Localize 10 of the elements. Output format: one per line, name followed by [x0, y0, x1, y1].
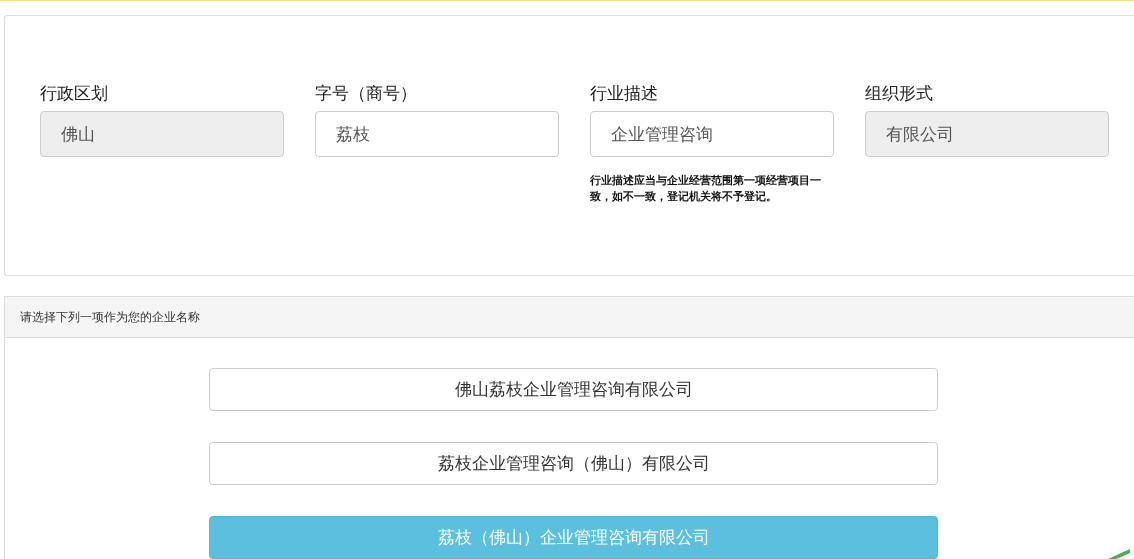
- hint-text: 行业描述应当与企业经营范围第一项经营项目一致，如不一致，登记机关将不予登记。: [590, 173, 822, 205]
- panel-title: 请选择下列一项作为您的企业名称: [20, 308, 200, 326]
- name-option[interactable]: 佛山荔枝企业管理咨询有限公司: [209, 368, 938, 411]
- input-field[interactable]: 荔枝: [315, 111, 559, 157]
- field-label: 行政区划: [40, 82, 109, 105]
- input-field[interactable]: 企业管理咨询: [590, 111, 834, 157]
- field-label: 组织形式: [865, 82, 934, 105]
- name-option[interactable]: 荔枝企业管理咨询（佛山）有限公司: [209, 442, 938, 485]
- field-label: 行业描述: [590, 82, 659, 105]
- field-label: 字号（商号）: [315, 82, 418, 105]
